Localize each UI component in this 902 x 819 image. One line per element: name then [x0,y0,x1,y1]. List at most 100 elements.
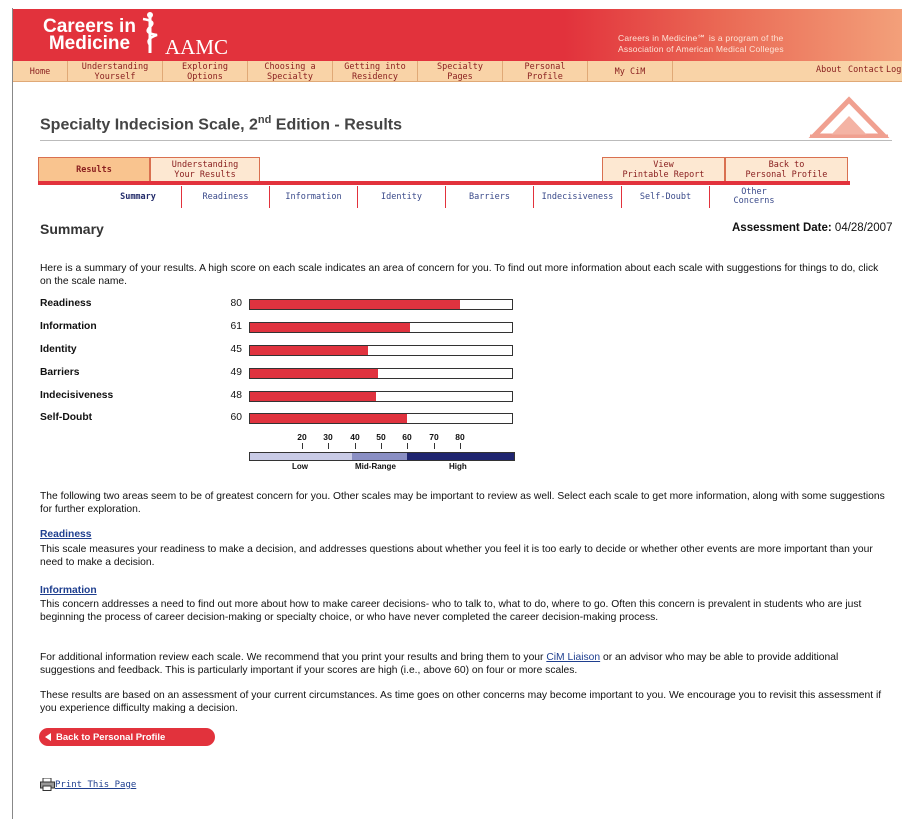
information-text: This concern addresses a need to find ou… [40,599,862,623]
subtab-label: Self-Doubt [639,191,692,202]
scale-tick-label: 80 [455,432,465,442]
nav-label-line: Yourself [94,71,136,82]
nav-log[interactable]: Log [886,65,901,75]
nav-label-line: Exploring [181,61,229,72]
results-tabs: Results Understanding Your Results View Pr… [38,157,850,185]
logo-line2: Medicine [48,33,131,54]
scale-ticks: 20 30 40 50 60 70 80 [249,432,515,452]
aamc-logo[interactable]: AAMC [165,35,228,60]
tab-label-line: Understanding [171,159,239,170]
subtab-identity[interactable]: Identity [358,186,446,208]
subtab-indecisiveness[interactable]: Indecisiveness [534,186,622,208]
tab-results-label: Results [76,164,112,175]
nav-getting-into-residency[interactable]: Getting into Residency [333,61,418,82]
nav-contact[interactable]: Contact [848,65,884,75]
range-mid-label: Mid-Range [355,462,396,471]
additional-info-pre: For additional information review each s… [40,652,547,663]
subtab-label: Information [285,191,342,202]
nav-home-label: Home [29,66,51,77]
assessment-date: Assessment Date: 04/28/2007 [732,222,892,234]
subtab-label: Barriers [469,191,510,202]
header-tagline: Careers in Medicine℠ is a program of the… [618,33,784,55]
tab-label-line: View [653,159,674,170]
cim-liaison-link[interactable]: CiM Liaison [546,652,600,663]
scale-tick-label: 40 [350,432,360,442]
nav-label-line: Specialty [436,61,484,72]
tab-label-line: Personal Profile [745,169,828,180]
score-bar-fill [250,414,408,423]
scale-tick-mark [460,443,461,449]
score-bar-track [249,299,513,310]
score-label[interactable]: Indecisiveness [40,390,113,401]
score-label[interactable]: Identity [40,344,77,355]
nav-label-line: Understanding [81,61,149,72]
subtab-summary[interactable]: Summary [95,186,182,208]
title-divider [40,140,892,141]
back-button-label: Back to Personal Profile [56,731,166,743]
subtab-label: Identity [381,191,422,202]
scale-tick-mark [434,443,435,449]
scale-tick-label: 70 [429,432,439,442]
score-row: Readiness 80 [40,298,520,312]
nav-label-line: Pages [447,71,473,82]
arrow-left-icon [45,733,51,741]
page-title-rest: Edition - Results [271,116,402,134]
scale-tick-mark [381,443,382,449]
nav-label-line: Residency [351,71,399,82]
score-row: Barriers 49 [40,367,520,381]
score-bar-fill [250,323,410,332]
back-to-profile-button[interactable]: Back to Personal Profile [39,728,215,746]
page-title: Specialty Indecision Scale, 2nd Edition … [40,114,402,134]
score-bar-track [249,413,513,424]
score-bar-track [249,345,513,356]
tab-label-line: Back to [768,159,805,170]
score-value: 45 [230,344,242,355]
nav-my-cim[interactable]: My CiM [588,61,673,82]
score-label[interactable]: Barriers [40,367,80,378]
nav-label-line: Options [187,71,223,82]
score-value: 48 [230,390,242,401]
score-bar-track [249,368,513,379]
tab-printable-report[interactable]: View Printable Report [602,157,725,182]
additional-info-text: For additional information review each s… [40,651,890,677]
nav-understanding-yourself[interactable]: Understanding Yourself [68,61,163,82]
nav-label-line: Specialty [266,71,314,82]
summary-intro: Here is a summary of your results. A hig… [40,263,879,287]
range-low-segment [250,453,352,460]
nav-about[interactable]: About [816,65,842,75]
score-label[interactable]: Readiness [40,298,92,309]
subtab-information[interactable]: Information [270,186,358,208]
print-page-link[interactable]: Print This Page [40,778,136,791]
scale-tick-label: 20 [297,432,307,442]
tab-understanding-results[interactable]: Understanding Your Results [150,157,260,182]
tab-back-personal-profile[interactable]: Back to Personal Profile [725,157,848,182]
subtab-barriers[interactable]: Barriers [446,186,534,208]
nav-label-line: Personal [524,61,566,72]
subtab-self-doubt[interactable]: Self-Doubt [622,186,710,208]
tab-label-line: Printable Report [622,169,705,180]
subtab-label: Summary [120,191,156,202]
print-link-label: Print This Page [55,779,137,790]
subtab-label: Indecisiveness [541,191,614,202]
score-label[interactable]: Self-Doubt [40,412,92,423]
score-value: 60 [230,412,242,423]
nav-personal-profile[interactable]: Personal Profile [503,61,588,82]
scale-tick-mark [328,443,329,449]
score-label[interactable]: Information [40,321,97,332]
printer-icon [40,778,55,791]
readiness-text: This scale measures your readiness to ma… [40,544,873,568]
tab-results[interactable]: Results [38,157,150,182]
scale-tick-mark [407,443,408,449]
subtab-other-concerns[interactable]: Other Concerns [710,186,798,208]
nav-choosing-specialty[interactable]: Choosing a Specialty [248,61,333,82]
aamc-seal-icon [808,96,890,138]
careers-in-medicine-logo[interactable]: Careers in Medicine [43,17,136,54]
information-link[interactable]: Information [40,585,97,596]
score-bar-fill [250,346,368,355]
nav-home[interactable]: Home [13,61,68,82]
score-row: Indecisiveness 48 [40,390,520,404]
nav-exploring-options[interactable]: Exploring Options [163,61,248,82]
readiness-link[interactable]: Readiness [40,529,92,540]
subtab-readiness[interactable]: Readiness [182,186,270,208]
nav-specialty-pages[interactable]: Specialty Pages [418,61,503,82]
